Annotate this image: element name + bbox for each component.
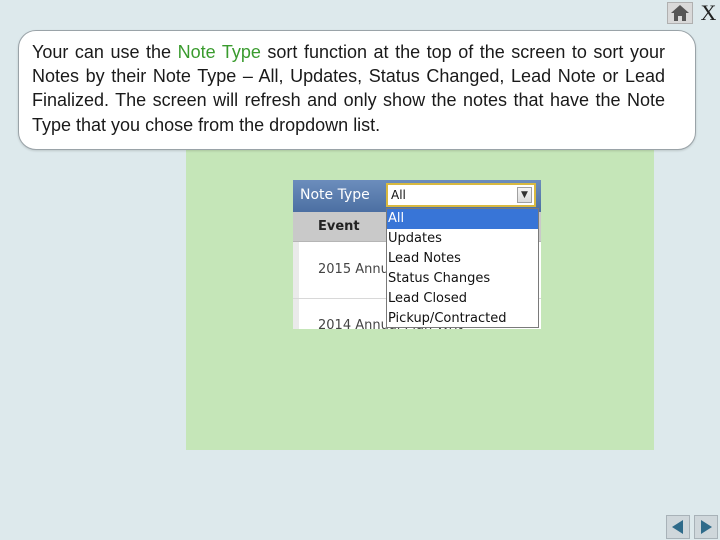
dropdown-option[interactable]: All bbox=[387, 209, 538, 229]
instruction-callout: Your can use the Note Type sort function… bbox=[18, 30, 696, 150]
dropdown-option[interactable]: Updates bbox=[387, 229, 538, 249]
note-type-dropdown: All Updates Lead Notes Status Changes Le… bbox=[386, 208, 539, 328]
callout-highlight: Note Type bbox=[177, 42, 261, 62]
callout-text-start: Your can use the bbox=[32, 42, 178, 62]
row-event-text: 2015 Annu bbox=[318, 262, 389, 277]
select-value: All bbox=[391, 188, 406, 202]
home-button[interactable] bbox=[667, 2, 693, 24]
note-type-screenshot: Note Type All ▼ Event 2015 Annu 2014 Ann… bbox=[293, 180, 541, 329]
home-icon bbox=[671, 5, 689, 21]
dropdown-option[interactable]: Lead Notes bbox=[387, 249, 538, 269]
note-type-label: Note Type bbox=[300, 187, 370, 203]
close-button[interactable]: X bbox=[697, 0, 720, 26]
arrow-right-icon bbox=[701, 520, 712, 534]
chevron-down-icon[interactable]: ▼ bbox=[517, 187, 532, 203]
event-column-header: Event bbox=[318, 219, 360, 234]
dropdown-option[interactable]: Pickup/Contracted bbox=[387, 309, 538, 329]
previous-button[interactable] bbox=[666, 515, 690, 539]
next-button[interactable] bbox=[694, 515, 718, 539]
dropdown-option[interactable]: Lead Closed bbox=[387, 289, 538, 309]
note-type-select[interactable]: All ▼ bbox=[386, 183, 536, 207]
arrow-left-icon bbox=[672, 520, 683, 534]
dropdown-option[interactable]: Status Changes bbox=[387, 269, 538, 289]
